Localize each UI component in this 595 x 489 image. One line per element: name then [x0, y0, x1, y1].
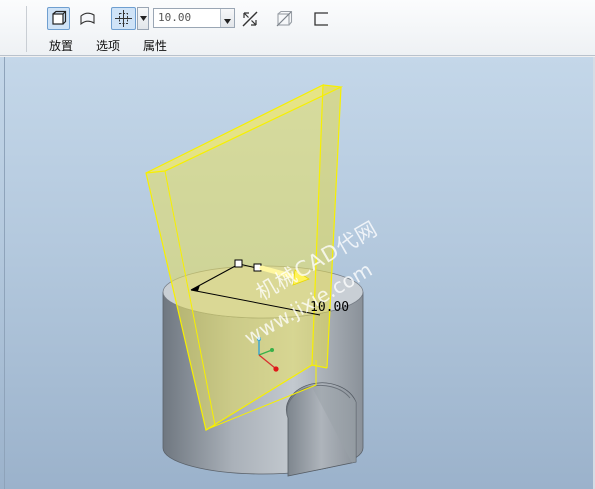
viewport-border — [4, 57, 5, 489]
depth-option-dropdown[interactable] — [137, 7, 149, 30]
depth-blind-icon — [114, 9, 133, 28]
solid-extrude-button[interactable] — [47, 7, 70, 30]
thicken-sketch-icon — [312, 10, 330, 28]
surface-extrude-button[interactable] — [77, 7, 98, 30]
toolbar-separator — [26, 6, 27, 52]
solid-extrude-icon — [50, 10, 67, 27]
depth-value-dropdown[interactable] — [220, 9, 234, 27]
feature-dashboard: 10.00 放置 选项 属性 — [0, 0, 595, 56]
tab-properties[interactable]: 属性 — [143, 37, 167, 54]
part-side-boss[interactable] — [286, 382, 357, 477]
drag-handle[interactable] — [234, 259, 243, 268]
depth-blind-button[interactable] — [111, 7, 136, 30]
depth-value-input[interactable]: 10.00 — [153, 8, 235, 28]
depth-value-text: 10.00 — [158, 11, 192, 24]
remove-material-icon — [275, 10, 293, 28]
flip-direction-button[interactable] — [240, 7, 260, 30]
flip-direction-icon — [241, 10, 259, 28]
tab-options[interactable]: 选项 — [96, 37, 120, 54]
tab-placement[interactable]: 放置 — [49, 37, 73, 54]
chevron-down-icon — [224, 9, 231, 28]
thicken-sketch-button[interactable] — [311, 7, 331, 30]
chevron-down-icon — [139, 16, 147, 21]
surface-extrude-icon — [79, 10, 96, 27]
graphics-viewport[interactable]: 10.00 机械CAD代网 www.jixie.com — [0, 57, 595, 489]
remove-material-button[interactable] — [273, 7, 294, 30]
